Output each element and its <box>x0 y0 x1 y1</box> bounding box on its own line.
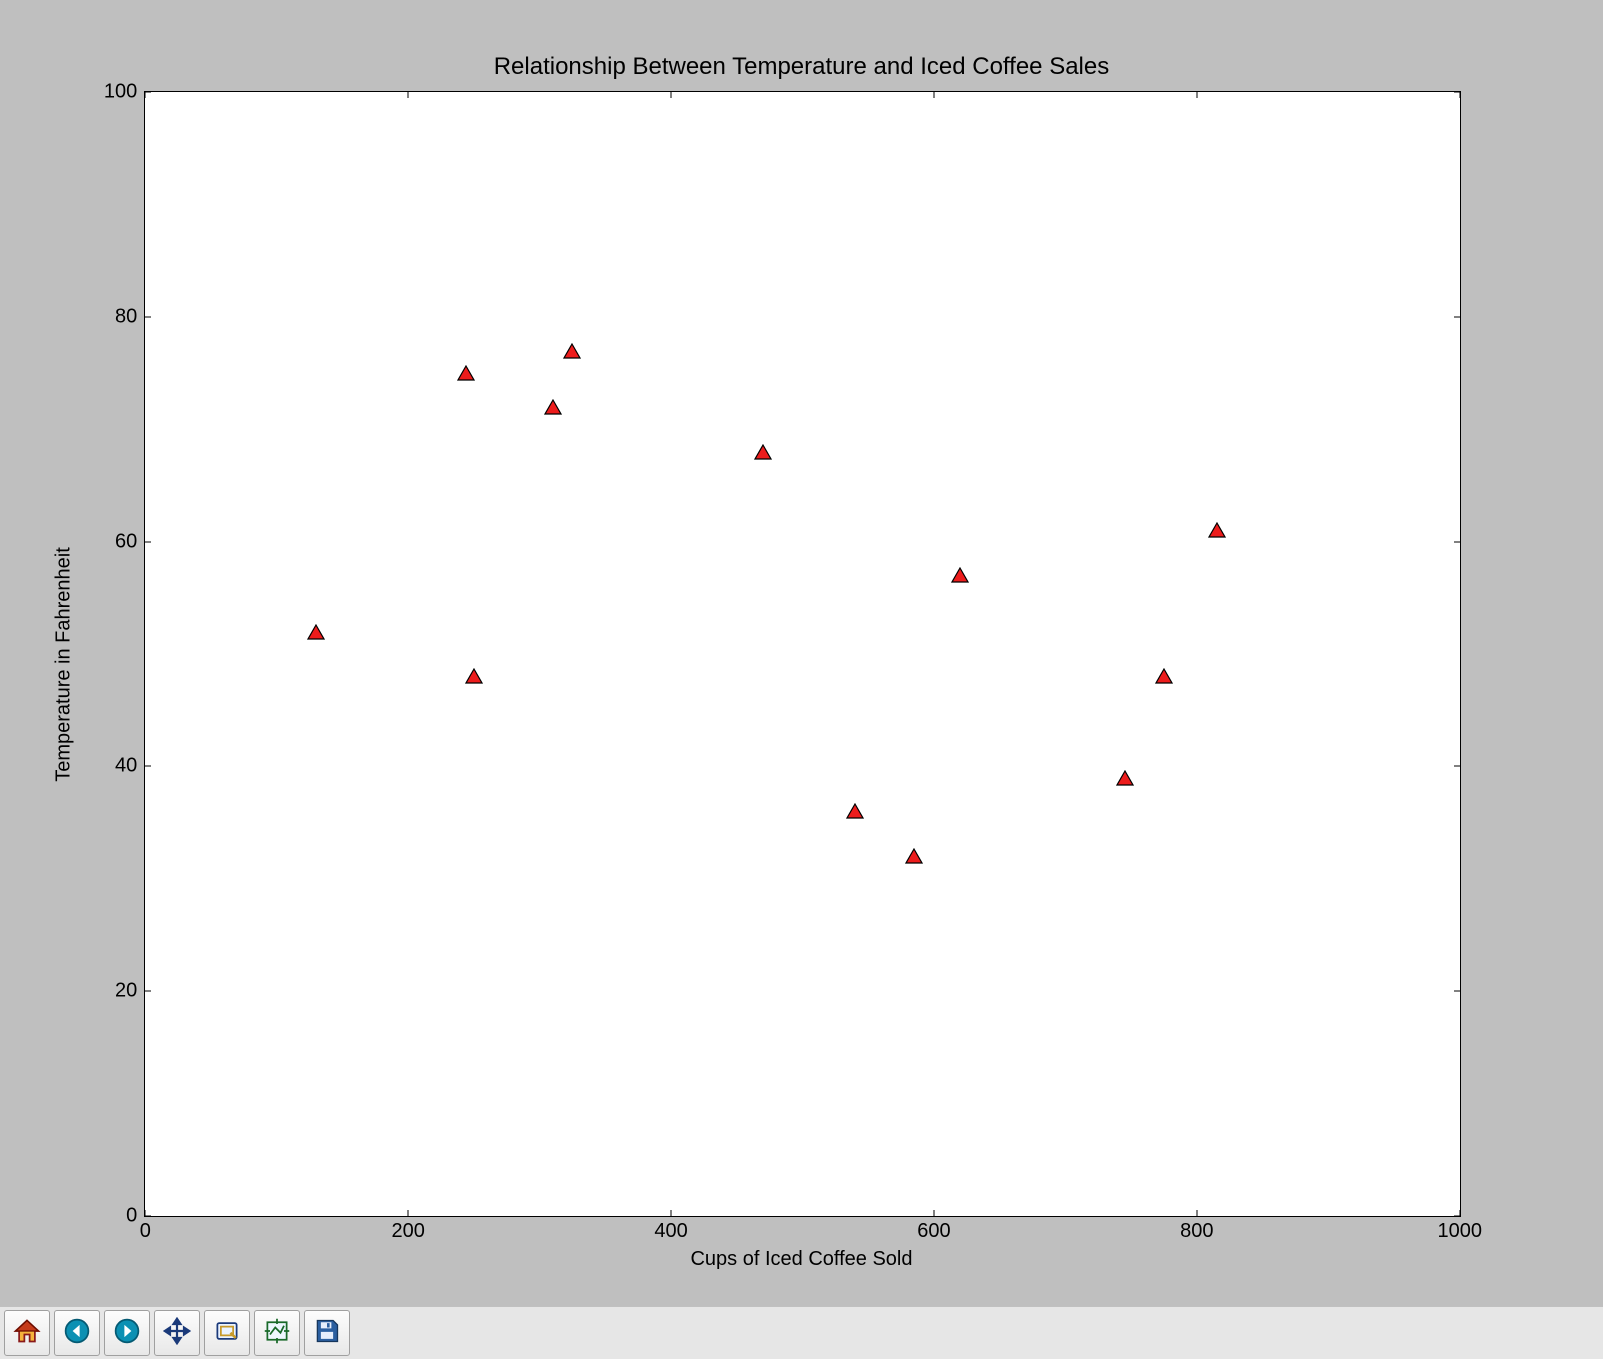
x-tick-mark <box>1196 92 1197 98</box>
y-axis-label: Temperature in Fahrenheit <box>53 547 76 782</box>
data-point <box>905 848 923 864</box>
y-tick-label: 40 <box>115 755 137 778</box>
pan-button[interactable] <box>154 1310 200 1356</box>
y-tick-label: 0 <box>126 1204 137 1227</box>
y-tick-mark <box>1454 317 1460 318</box>
x-tick-mark <box>408 1210 409 1216</box>
x-tick-mark <box>933 92 934 98</box>
subplots-button[interactable] <box>254 1310 300 1356</box>
x-tick-mark <box>1196 1210 1197 1216</box>
data-point <box>1116 770 1134 786</box>
home-button[interactable] <box>4 1310 50 1356</box>
x-tick-mark <box>145 92 146 98</box>
floppy-icon <box>313 1317 341 1350</box>
x-tick-label: 800 <box>1180 1220 1213 1243</box>
y-tick-mark <box>1454 541 1460 542</box>
x-tick-label: 1000 <box>1437 1220 1482 1243</box>
forward-button[interactable] <box>104 1310 150 1356</box>
y-tick-mark <box>145 1215 151 1216</box>
data-point <box>544 399 562 415</box>
data-point <box>951 567 969 583</box>
move-icon <box>163 1317 191 1350</box>
x-tick-label: 400 <box>654 1220 687 1243</box>
axes: Relationship Between Temperature and Ice… <box>144 91 1458 1214</box>
data-point <box>846 803 864 819</box>
data-point <box>457 365 475 381</box>
save-button[interactable] <box>304 1310 350 1356</box>
y-tick-mark <box>145 990 151 991</box>
zoom-button[interactable] <box>204 1310 250 1356</box>
y-tick-label: 100 <box>104 81 137 104</box>
data-point <box>1208 522 1226 538</box>
arrow-left-icon <box>63 1317 91 1350</box>
y-tick-mark <box>145 317 151 318</box>
figure-area: Relationship Between Temperature and Ice… <box>0 0 1603 1306</box>
home-icon <box>13 1317 41 1350</box>
x-tick-mark <box>671 92 672 98</box>
y-tick-mark <box>145 541 151 542</box>
y-tick-mark <box>145 92 151 93</box>
arrow-right-icon <box>113 1317 141 1350</box>
navigation-toolbar <box>0 1306 1603 1359</box>
x-tick-mark <box>408 92 409 98</box>
y-tick-mark <box>1454 990 1460 991</box>
back-button[interactable] <box>54 1310 100 1356</box>
y-tick-mark <box>1454 766 1460 767</box>
y-tick-mark <box>145 766 151 767</box>
data-point <box>754 444 772 460</box>
subplots-icon <box>263 1317 291 1350</box>
x-tick-label: 200 <box>391 1220 424 1243</box>
y-tick-mark <box>1454 92 1460 93</box>
x-tick-mark <box>1459 92 1460 98</box>
x-axis-label: Cups of Iced Coffee Sold <box>690 1248 912 1271</box>
data-point <box>307 624 325 640</box>
x-tick-mark <box>933 1210 934 1216</box>
plot-box: 02004006008001000020406080100 <box>144 91 1460 1216</box>
y-tick-mark <box>1454 1215 1460 1216</box>
y-tick-label: 60 <box>115 530 137 553</box>
chart-title: Relationship Between Temperature and Ice… <box>494 53 1110 81</box>
x-tick-label: 600 <box>917 1220 950 1243</box>
x-tick-label: 0 <box>140 1220 151 1243</box>
data-point <box>1155 668 1173 684</box>
data-point <box>563 343 581 359</box>
zoom-rect-icon <box>213 1317 241 1350</box>
y-tick-label: 80 <box>115 306 137 329</box>
data-point <box>465 668 483 684</box>
y-tick-label: 20 <box>115 979 137 1002</box>
x-tick-mark <box>671 1210 672 1216</box>
